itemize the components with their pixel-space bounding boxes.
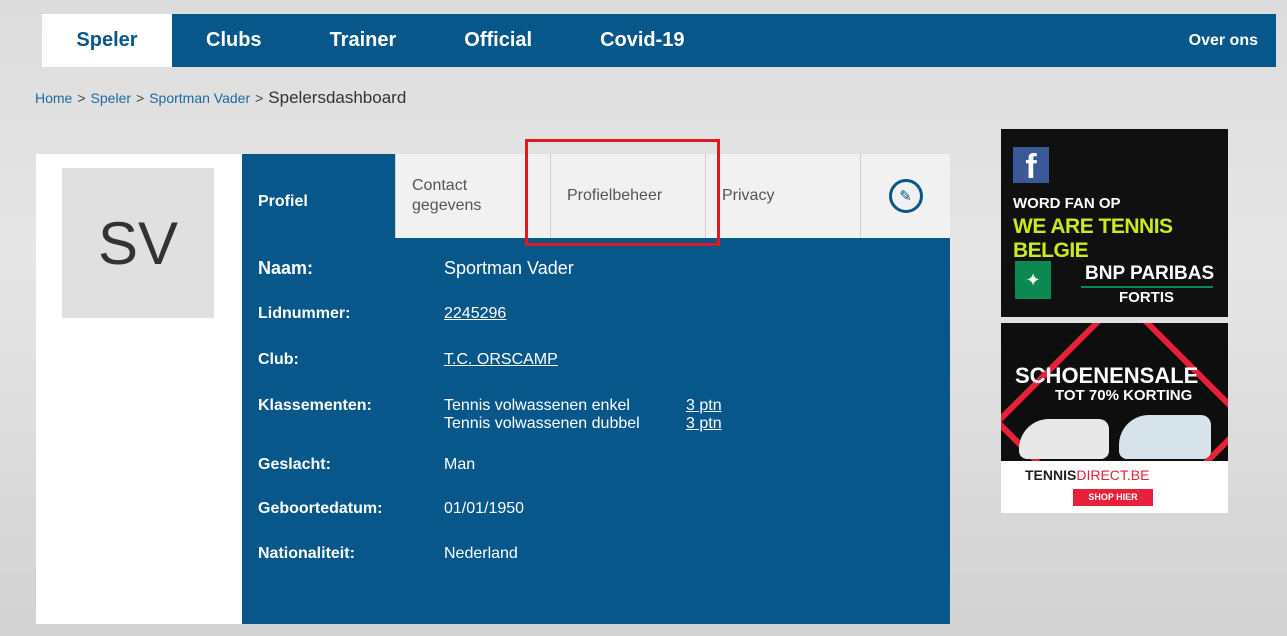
shoe-image: [1119, 415, 1211, 459]
klassement-item: Tennis volwassenen dubbel 3 ptn: [444, 415, 722, 433]
klassement-points-link[interactable]: 3 ptn: [686, 397, 722, 415]
klassement-points-link[interactable]: 3 ptn: [686, 415, 722, 433]
geslacht-label: Geslacht:: [258, 456, 331, 473]
ad-text: BNP PARIBAS: [1085, 263, 1215, 284]
bnp-logo-icon: ✦: [1015, 261, 1051, 299]
ad-text: TOT 70% KORTING: [1055, 387, 1193, 404]
row-naam: Naam: Sportman Vader: [258, 258, 574, 279]
naam-value: Sportman Vader: [444, 258, 574, 278]
lidnummer-label: Lidnummer:: [258, 305, 351, 322]
ad-text: WE ARE TENNIS BELGIE: [1013, 215, 1173, 262]
ad-facebook-bnp[interactable]: f WORD FAN OP WE ARE TENNIS BELGIE ✦ BNP…: [1001, 129, 1228, 317]
shoe-image: [1019, 419, 1109, 459]
geslacht-value: Man: [444, 456, 476, 473]
geboortedatum-value: 01/01/1950: [444, 500, 525, 517]
klassement-name: Tennis volwassenen dubbel: [444, 415, 640, 432]
row-club: Club: T.C. ORSCAMP: [258, 351, 558, 369]
nav-over-ons[interactable]: Over ons: [1189, 32, 1276, 50]
geboortedatum-label: Geboortedatum:: [258, 500, 383, 517]
row-geboortedatum: Geboortedatum: 01/01/1950: [258, 500, 524, 518]
breadcrumb-current: Spelersdashboard: [268, 88, 407, 107]
club-link[interactable]: T.C. ORSCAMP: [444, 351, 558, 368]
nationaliteit-label: Nationaliteit:: [258, 545, 355, 562]
breadcrumb-separator: >: [136, 90, 145, 106]
club-label: Club:: [258, 351, 299, 368]
highlight-box: [525, 139, 720, 246]
tab-contact-line2: gegevens: [412, 197, 482, 214]
ad-brand: TENNISDIRECT.BE: [1025, 467, 1149, 483]
breadcrumb-separator: >: [77, 90, 86, 106]
tab-privacy[interactable]: Privacy: [706, 154, 861, 238]
tab-profiel[interactable]: Profiel: [242, 154, 396, 238]
divider: [1081, 286, 1213, 288]
ad-footer: TENNISDIRECT.BE SHOP HIER: [1001, 461, 1228, 513]
breadcrumb-player[interactable]: Sportman Vader: [149, 90, 250, 106]
klassementen-label: Klassementen:: [258, 397, 372, 414]
edit-button[interactable]: ✎: [861, 154, 950, 238]
facebook-icon: f: [1013, 147, 1049, 186]
nationaliteit-value: Nederland: [444, 545, 518, 562]
nav-official[interactable]: Official: [430, 14, 566, 67]
ad-text: FORTIS: [1119, 289, 1174, 306]
pencil-icon: ✎: [888, 179, 923, 213]
ad-schoenensale[interactable]: SCHOENENSALE TOT 70% KORTING TENNISDIREC…: [1001, 323, 1228, 513]
breadcrumb-home[interactable]: Home: [35, 90, 72, 106]
row-klassementen: Klassementen: Tennis volwassenen enkel 3…: [258, 397, 722, 433]
ad-brand-b: DIRECT.BE: [1076, 467, 1150, 483]
klassement-item: Tennis volwassenen enkel 3 ptn: [444, 397, 722, 415]
ad-text: WORD FAN OP: [1013, 195, 1121, 212]
breadcrumb-separator: >: [255, 90, 264, 106]
top-navigation: Speler Clubs Trainer Official Covid-19 O…: [42, 14, 1276, 67]
ad-text: SCHOENENSALE: [1015, 363, 1199, 388]
nav-trainer[interactable]: Trainer: [296, 14, 431, 67]
shop-hier-button[interactable]: SHOP HIER: [1073, 489, 1153, 506]
player-card: SV Profiel Contact gegevens Profielbeheer…: [36, 154, 950, 624]
nav-covid[interactable]: Covid-19: [566, 14, 718, 67]
ad-brand-a: TENNIS: [1025, 467, 1077, 483]
row-lidnummer: Lidnummer: 2245296: [258, 305, 506, 323]
tab-contact-line1: Contact: [412, 177, 468, 194]
breadcrumb: Home > Speler > Sportman Vader > Spelersdashbo…: [35, 88, 406, 108]
row-geslacht: Geslacht: Man: [258, 456, 475, 474]
lidnummer-link[interactable]: 2245296: [444, 305, 506, 322]
klassement-name: Tennis volwassenen enkel: [444, 397, 630, 414]
naam-label: Naam:: [258, 258, 314, 278]
nav-speler[interactable]: Speler: [42, 14, 172, 67]
avatar: SV: [62, 168, 214, 318]
page: Speler Clubs Trainer Official Covid-19 O…: [0, 0, 1287, 636]
nav-clubs[interactable]: Clubs: [172, 14, 296, 67]
breadcrumb-speler[interactable]: Speler: [91, 90, 131, 106]
row-nationaliteit: Nationaliteit: Nederland: [258, 545, 518, 563]
